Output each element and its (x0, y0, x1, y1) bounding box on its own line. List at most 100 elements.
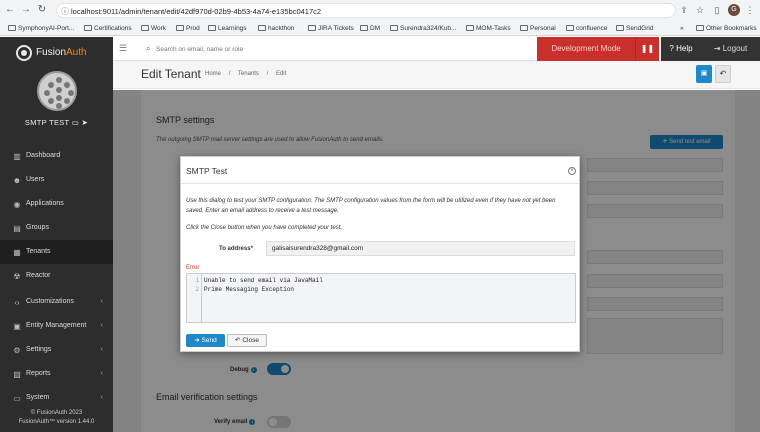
close-button[interactable]: ↶ Close (227, 334, 267, 347)
bookmark-item[interactable]: JIRA Tickets (308, 23, 354, 34)
folder-icon (176, 25, 184, 31)
profile-avatar[interactable]: G (728, 4, 740, 16)
code-icon: ‹› (14, 298, 20, 307)
bookmark-item[interactable]: SendGrid (616, 23, 653, 34)
logo-text: FusionAuth (36, 47, 87, 58)
error-output[interactable]: 1 Unable to send email via JavaMail 2 Prim… (186, 273, 576, 323)
line-number: 1 (195, 277, 199, 284)
bookmark-item[interactable]: Surendra324/Kub... (390, 23, 456, 34)
sidebar-item-label: Reports (26, 370, 51, 377)
bookmark-label: Certifications (94, 25, 132, 32)
locate-icon[interactable]: ➤ (81, 118, 88, 127)
bookmark-star-icon[interactable]: ☆ (694, 4, 706, 16)
bookmark-label: JIRA Tickets (318, 25, 354, 32)
applications-icon: ◉ (13, 200, 21, 209)
address-bar[interactable]: ⓘ localhost:9011/admin/tenant/edit/42df9… (56, 3, 676, 18)
chevron-left-icon: ‹ (100, 394, 103, 401)
dialog-close-hint: Click the Close button when you have com… (186, 225, 343, 231)
users-icon: ☻ (12, 176, 22, 185)
bookmark-item[interactable]: Personal (520, 23, 556, 34)
menu-toggle-icon[interactable]: ☰ (119, 43, 127, 54)
reload-icon[interactable]: ↻ (36, 4, 48, 16)
development-mode-badge[interactable]: Development Mode (537, 37, 635, 61)
folder-icon (208, 25, 216, 31)
sidebar-item-dashboard[interactable]: ▥ Dashboard (0, 144, 113, 168)
line-text: Unable to send email via JavaMail (204, 277, 323, 284)
folder-icon (308, 25, 316, 31)
breadcrumb-tenants[interactable]: Tenants (238, 71, 259, 77)
bookmark-item[interactable]: Other Bookmarks (696, 23, 757, 34)
bookmark-label: confluence (576, 25, 608, 32)
folder-icon (360, 25, 368, 31)
folder-icon (141, 25, 149, 31)
bookmark-item[interactable]: MOM-Tasks (466, 23, 511, 34)
top-header: ☰ ⌕ Development Mode ❚❚ ? Help ⇥ Logout (113, 37, 760, 61)
pause-icon[interactable]: ❚❚ (635, 37, 659, 61)
bookmark-label: SymphonyAI-Port... (18, 25, 75, 32)
system-icon: ▭ (13, 394, 21, 403)
dialog-header: SMTP Test × (181, 157, 579, 184)
sidebar-item-label: Users (26, 176, 45, 183)
sidebar-item-label: Groups (26, 224, 49, 231)
sidebar-toggle-icon[interactable]: ▯ (711, 4, 723, 16)
bookmark-item[interactable]: Learnings (208, 23, 247, 34)
page-title: Edit Tenant (141, 67, 201, 81)
bookmark-item[interactable]: hackthon (258, 23, 294, 34)
site-info-icon[interactable]: ⓘ (61, 6, 69, 17)
chevron-left-icon: ‹ (100, 322, 103, 329)
back-icon[interactable]: ← (4, 4, 16, 16)
back-button[interactable]: ↶ (715, 65, 731, 83)
bookmark-label: hackthon (268, 25, 295, 32)
error-label: Error (186, 265, 200, 271)
bookmark-label: Learnings (218, 25, 247, 32)
folder-icon (258, 25, 266, 31)
sidebar: FusionAuth SMTP TEST ▭ ➤ ▥ Dashboard ☻ Use… (0, 37, 113, 432)
save-button[interactable]: ▣ (696, 65, 712, 83)
bookmark-item[interactable]: Prod (176, 23, 200, 34)
help-label: Help (676, 44, 693, 53)
search-input[interactable] (156, 42, 396, 56)
gear-icon: ⚙ (13, 346, 21, 355)
brand-suffix: Auth (66, 47, 87, 58)
sidebar-item-applications[interactable]: ◉ Applications (0, 192, 113, 216)
url-text: localhost:9011/admin/tenant/edit/42df970… (71, 7, 322, 16)
sidebar-item-users[interactable]: ☻ Users (0, 168, 113, 192)
folder-icon (566, 25, 574, 31)
brand-prefix: Fusion (36, 47, 67, 58)
breadcrumb-edit: Edit (275, 71, 287, 77)
dialog-title: SMTP Test (186, 166, 228, 176)
forward-icon[interactable]: → (20, 4, 32, 16)
sidebar-item-label: Settings (26, 346, 52, 353)
sidebar-item-entity-management[interactable]: ▣ Entity Management ‹ (0, 314, 113, 338)
help-button[interactable]: ? Help (661, 37, 701, 61)
sidebar-item-groups[interactable]: ▤ Groups (0, 216, 113, 240)
logout-label: Logout (722, 44, 748, 53)
bookmark-item[interactable]: confluence (566, 23, 607, 34)
help-icon: ? (669, 44, 674, 53)
to-address-input[interactable] (266, 241, 575, 256)
breadcrumb-home[interactable]: Home (205, 71, 221, 77)
sidebar-item-reports[interactable]: ▨ Reports ‹ (0, 362, 113, 386)
arrow-right-icon: ➜ (194, 337, 200, 344)
bookmark-item[interactable]: Certifications (84, 23, 132, 34)
sidebar-item-reactor[interactable]: ☢ Reactor (0, 264, 113, 288)
close-icon[interactable]: × (568, 167, 576, 175)
folder-icon (84, 25, 92, 31)
reactor-icon: ☢ (13, 272, 21, 281)
more-menu-icon[interactable]: ⋮ (744, 4, 756, 16)
bookmark-item[interactable]: DM (360, 23, 380, 34)
id-card-icon[interactable]: ▭ (72, 118, 79, 127)
bookmarks-overflow-button[interactable]: » (680, 23, 684, 34)
share-icon[interactable]: ⇪ (678, 4, 690, 16)
bookmark-item[interactable]: SymphonyAI-Port... (8, 23, 74, 34)
logout-button[interactable]: ⇥ Logout (701, 37, 760, 61)
send-button[interactable]: ➜ Send (186, 334, 225, 347)
sidebar-item-settings[interactable]: ⚙ Settings ‹ (0, 338, 113, 362)
sidebar-item-tenants[interactable]: ▦ Tenants (0, 240, 113, 264)
send-label: Send (201, 337, 217, 344)
bookmark-item[interactable]: Work (141, 23, 166, 34)
browser-toolbar: ← → ↻ ⓘ localhost:9011/admin/tenant/edit… (0, 0, 760, 20)
sidebar-item-system[interactable]: ▭ System ‹ (0, 386, 113, 410)
sidebar-item-customizations[interactable]: ‹› Customizations ‹ (0, 290, 113, 314)
bookmark-label: Surendra324/Kub... (400, 25, 457, 32)
